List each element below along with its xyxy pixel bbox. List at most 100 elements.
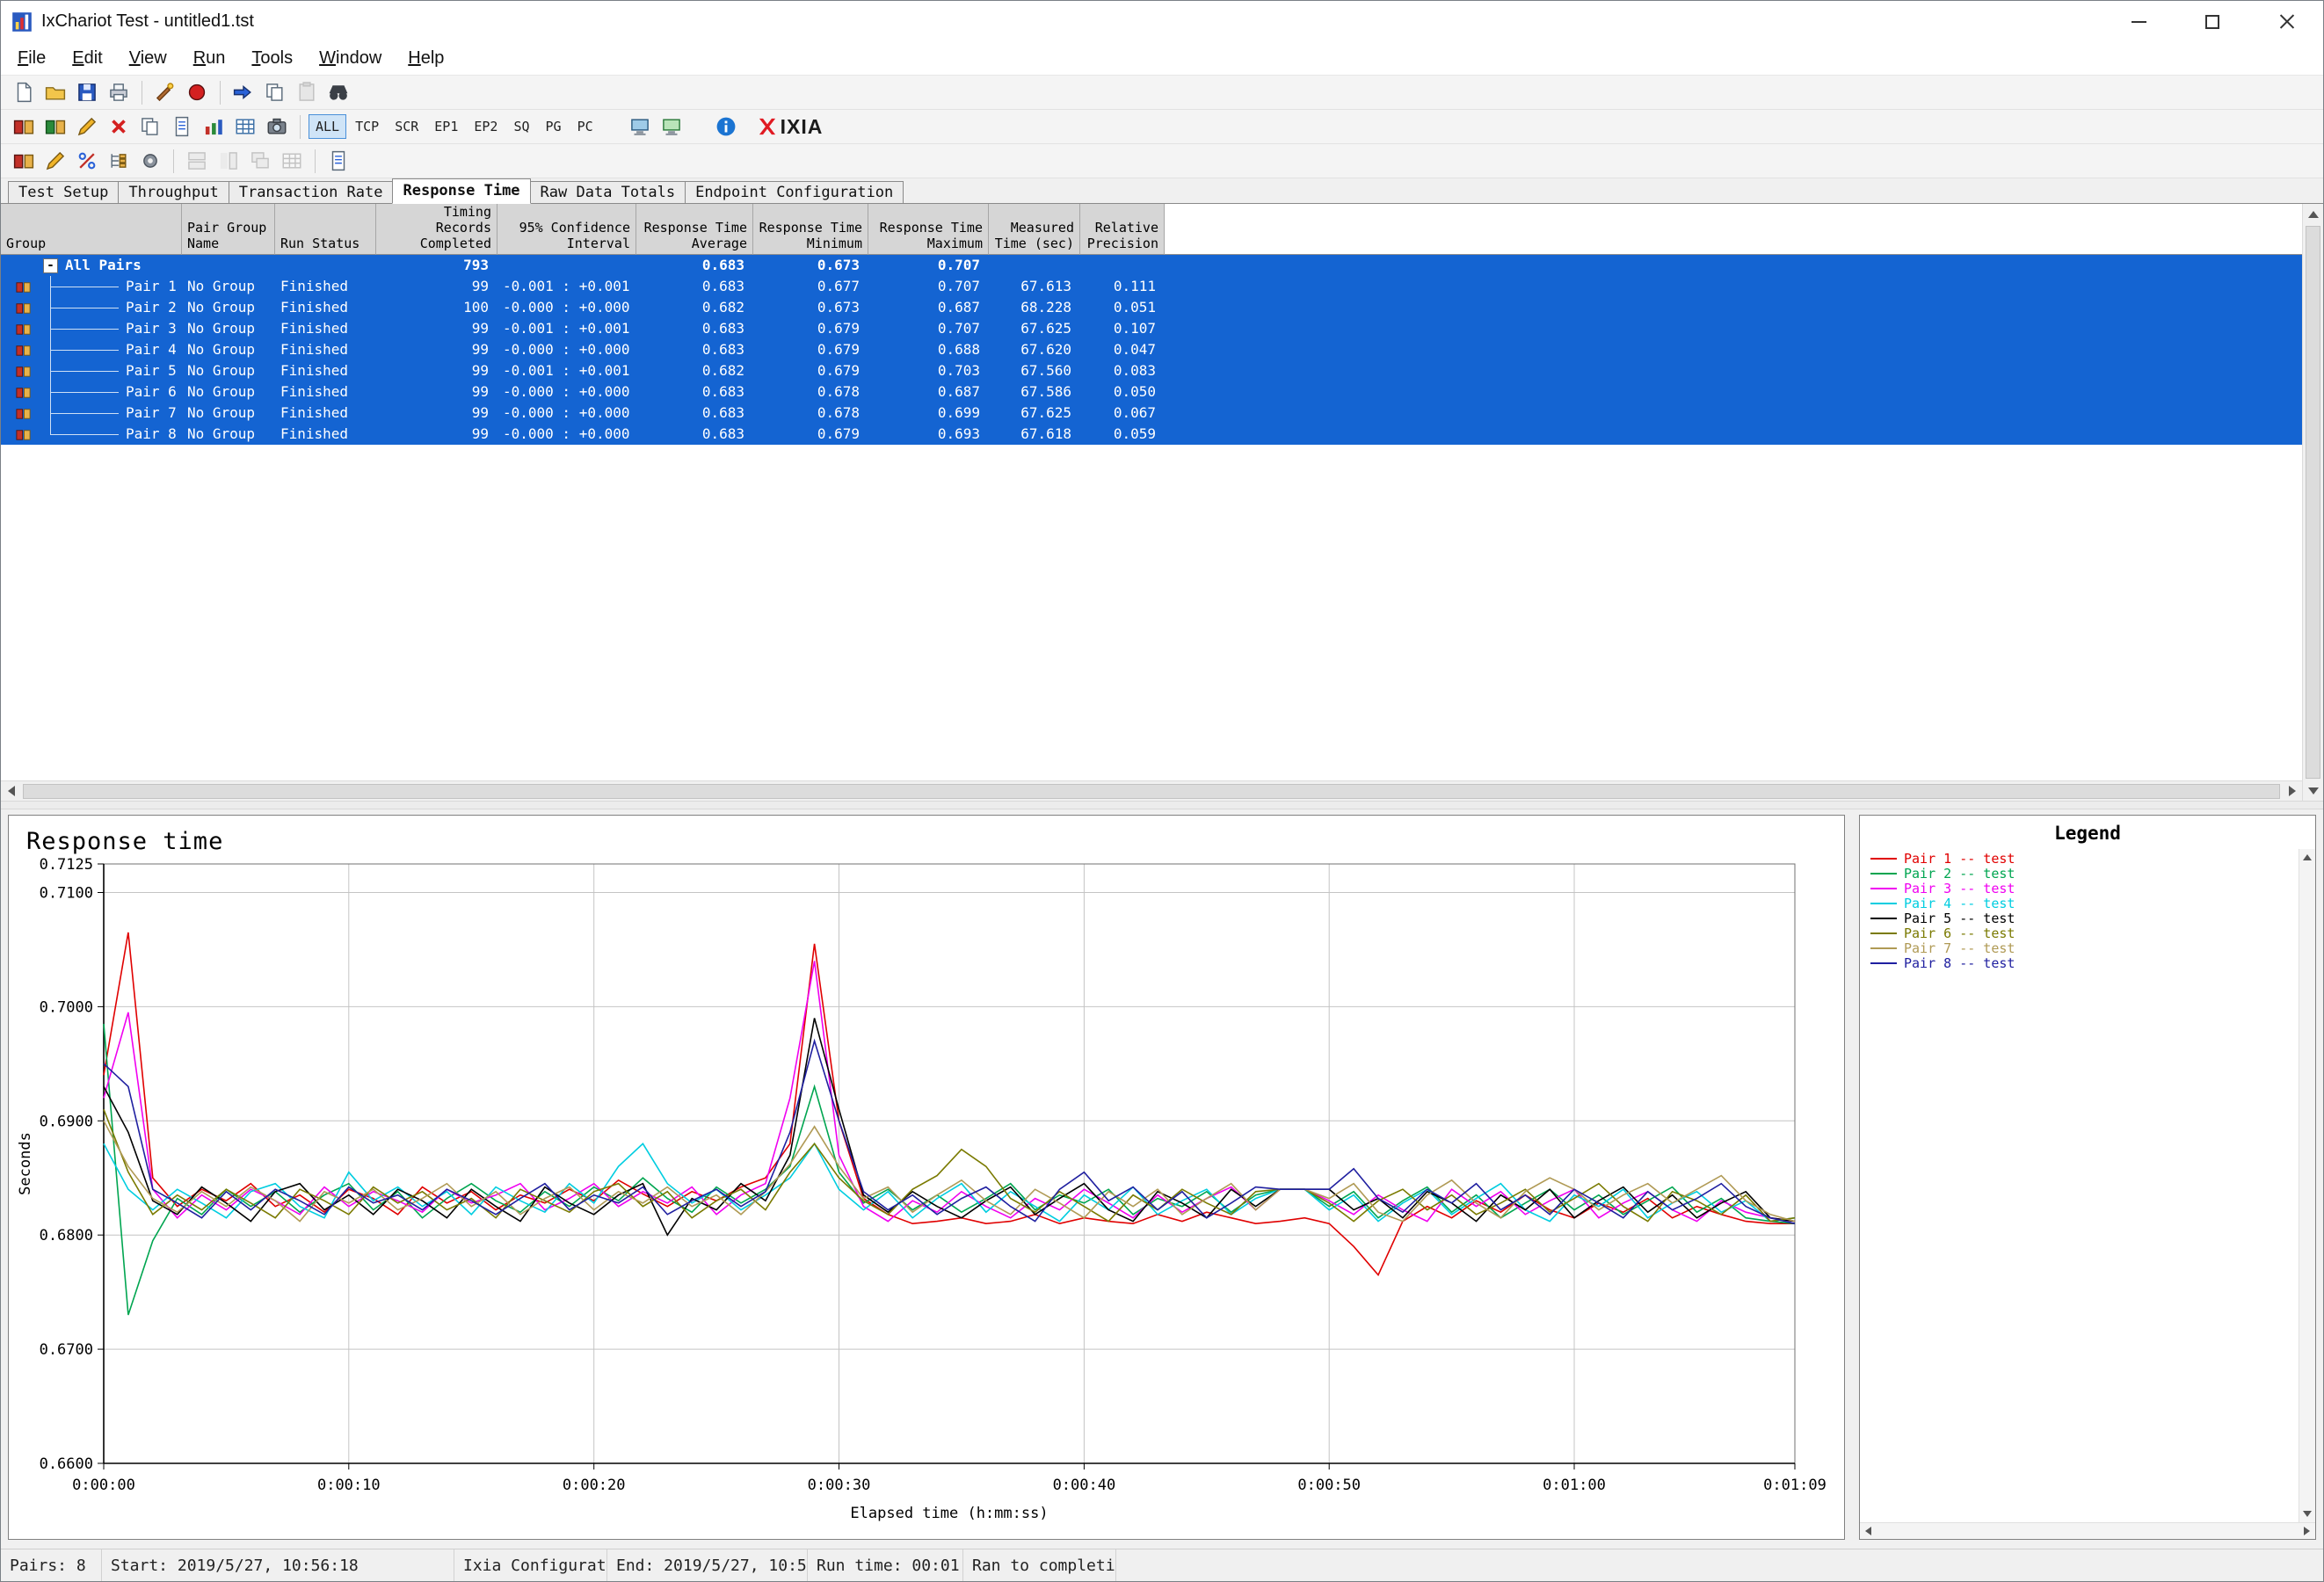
series-pair-6 [104,1109,1795,1221]
results-table: GroupPair GroupNameRun StatusTiming Reco… [1,204,2302,801]
protocol-all-button[interactable]: ALL [309,114,346,139]
scroll-down-icon[interactable] [2299,1506,2316,1522]
scroll-left-icon[interactable] [1860,1523,1877,1540]
about-ixia-icon[interactable] [710,112,742,142]
scroll-up-icon[interactable] [2299,849,2316,866]
scroll-down-icon[interactable] [2303,780,2323,801]
group-options-icon[interactable] [134,147,166,176]
copy-icon[interactable] [259,78,291,107]
maximize-button[interactable] [2175,1,2249,42]
legend-color-line [1870,947,1897,949]
endpoint-properties-icon[interactable] [656,112,687,142]
scroll-right-icon[interactable] [2282,781,2302,802]
tab-response-time[interactable]: Response Time [392,178,530,204]
scroll-thumb[interactable] [2306,226,2320,779]
header-filler [1165,204,2302,255]
snapshot-icon[interactable] [261,112,293,142]
table-row-all-pairs[interactable]: -All Pairs7930.6830.6730.707 [1,255,2302,276]
menu-run[interactable]: Run [180,44,239,73]
table-row-pair-7[interactable]: Pair 7No GroupFinished99-0.000 : +0.0000… [1,403,2302,424]
menu-file[interactable]: File [4,44,59,73]
protocol-ep2-button[interactable]: EP2 [467,114,505,139]
edit-script-icon[interactable] [166,112,198,142]
pane-splitter[interactable] [1,801,2323,809]
cell-rt_max: 0.703 [868,360,989,381]
collapse-expander-icon[interactable]: - [43,258,58,273]
pair-icon [15,279,32,295]
scroll-left-icon[interactable] [1,781,21,802]
cell-rt_avg: 0.683 [636,255,753,276]
abandon-run-icon[interactable] [181,78,213,107]
group-tree-icon[interactable] [103,147,134,176]
protocol-tcp-button[interactable]: TCP [348,114,386,139]
menu-window[interactable]: Window [306,44,395,73]
add-group-icon[interactable] [8,147,40,176]
new-test-icon[interactable] [8,78,40,107]
report-icon[interactable] [323,147,354,176]
find-icon[interactable] [323,78,354,107]
cell-group: Pair 4 [1,339,182,360]
cell-rt_avg: 0.683 [636,276,753,297]
tab-raw-data-totals[interactable]: Raw Data Totals [530,181,686,203]
table-row-pair-8[interactable]: Pair 8No GroupFinished99-0.000 : +0.0000… [1,424,2302,445]
swap-endpoints-icon[interactable] [228,78,259,107]
add-multicast-group-icon[interactable] [40,112,71,142]
pair-icon [15,405,32,422]
cell-timing_records: 99 [376,360,497,381]
open-test-icon[interactable] [40,78,71,107]
print-icon[interactable] [103,78,134,107]
column-header-rt_min: Response TimeMinimum [753,204,868,255]
legend-horizontal-scrollbar[interactable] [1860,1522,2315,1539]
protocol-sq-button[interactable]: SQ [506,114,536,139]
add-pair-icon[interactable] [8,112,40,142]
menu-help[interactable]: Help [395,44,457,73]
table-row-pair-5[interactable]: Pair 5No GroupFinished99-0.001 : +0.0010… [1,360,2302,381]
edit-run-options-icon[interactable] [149,78,181,107]
tab-endpoint-configuration[interactable]: Endpoint Configuration [685,181,904,203]
protocol-pg-button[interactable]: PG [539,114,569,139]
scroll-thumb[interactable] [23,784,2280,799]
delete-pair-icon[interactable] [103,112,134,142]
cell-pair_group_name [182,255,275,276]
tab-throughput[interactable]: Throughput [118,181,229,203]
table-row-pair-6[interactable]: Pair 6No GroupFinished99-0.000 : +0.0000… [1,381,2302,403]
menu-edit[interactable]: Edit [59,44,115,73]
edit-pair-icon[interactable] [71,112,103,142]
tab-transaction-rate[interactable]: Transaction Rate [229,181,394,203]
table-row-pair-3[interactable]: Pair 3No GroupFinished99-0.001 : +0.0010… [1,318,2302,339]
save-test-icon[interactable] [71,78,103,107]
cell-measured: 67.613 [989,276,1080,297]
legend-item: Pair 4 -- test [1870,896,2299,911]
replicate-pair-icon[interactable] [134,112,166,142]
table-vertical-scrollbar[interactable] [2302,204,2323,801]
cell-precision: 0.059 [1080,424,1165,445]
close-button[interactable] [2249,1,2323,42]
legend-vertical-scrollbar[interactable] [2299,849,2315,1522]
minimize-button[interactable] [2102,1,2175,42]
table-horizontal-scrollbar[interactable] [1,780,2302,801]
protocol-ep1-button[interactable]: EP1 [427,114,465,139]
assign-weights-icon[interactable] [71,147,103,176]
pair-name: Pair 8 [126,424,177,445]
tree-branch [50,329,119,330]
cell-rt_min: 0.677 [753,276,868,297]
scroll-right-icon[interactable] [2299,1523,2315,1540]
menu-view[interactable]: View [116,44,180,73]
y-axis-label: Seconds [17,1132,34,1195]
datagram-options-icon[interactable] [229,112,261,142]
legend-item: Pair 6 -- test [1870,925,2299,940]
group-label: All Pairs [65,257,142,273]
poll-endpoints-icon[interactable] [624,112,656,142]
y-tick-label: 0.6900 [40,1113,93,1130]
table-row-pair-1[interactable]: Pair 1No GroupFinished99-0.001 : +0.0010… [1,276,2302,297]
cell-confidence: -0.001 : +0.001 [497,318,636,339]
scroll-up-icon[interactable] [2303,204,2323,224]
menu-tools[interactable]: Tools [238,44,306,73]
table-row-pair-2[interactable]: Pair 2No GroupFinished100-0.000 : +0.000… [1,297,2302,318]
tab-test-setup[interactable]: Test Setup [8,181,119,203]
edit-group-icon[interactable] [40,147,71,176]
view-options-icon[interactable] [198,112,229,142]
protocol-scr-button[interactable]: SCR [388,114,425,139]
table-row-pair-4[interactable]: Pair 4No GroupFinished99-0.000 : +0.0000… [1,339,2302,360]
protocol-pc-button[interactable]: PC [570,114,600,139]
